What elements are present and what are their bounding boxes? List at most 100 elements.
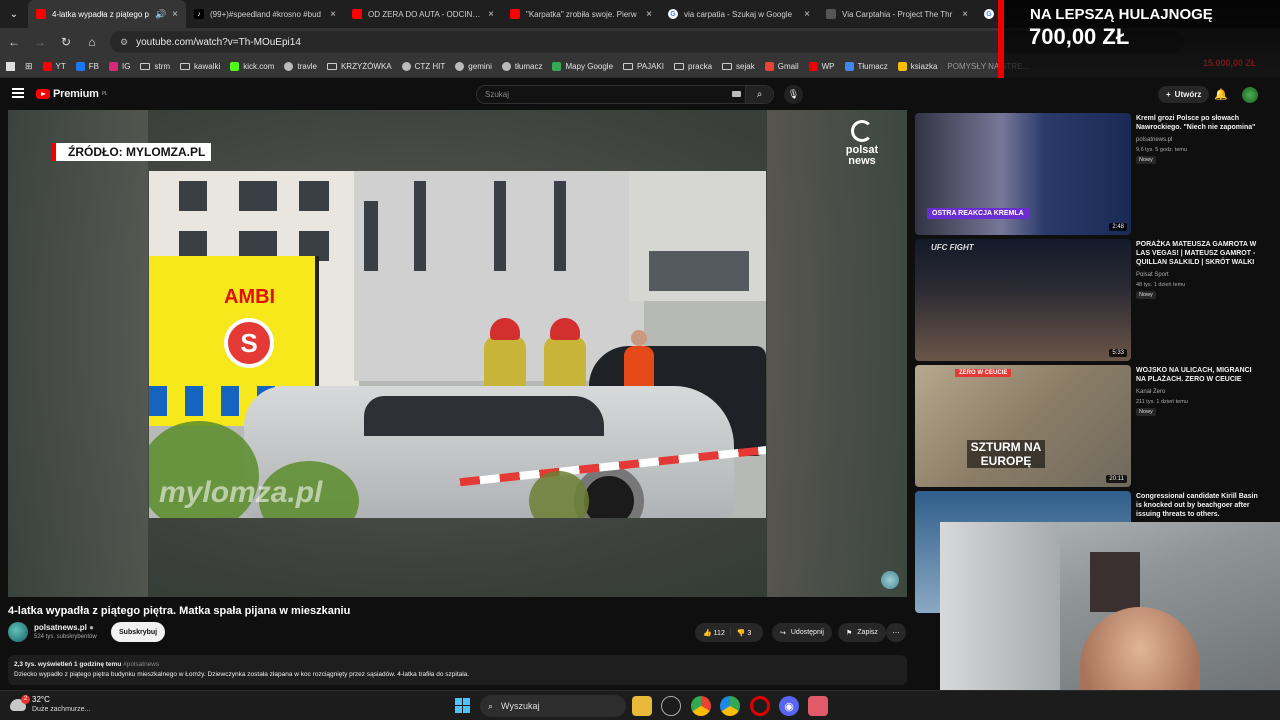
opera-icon[interactable] <box>750 696 770 716</box>
bookmark-gmail[interactable]: Gmail <box>764 62 799 71</box>
site-info-icon[interactable]: ⚙ <box>120 37 128 48</box>
stream-goal-overlay: NA LEPSZĄ HULAJNOGĘ 700,00 ZŁ 15.000,00 … <box>998 0 1280 78</box>
reading-list-icon[interactable] <box>6 62 15 71</box>
bookmark-travle[interactable]: travle <box>284 62 317 71</box>
bookmark-ksiazka[interactable]: ksiazka <box>897 62 937 71</box>
youtube-premium-logo[interactable]: Premium PL <box>36 88 108 100</box>
bookmark-strm[interactable]: strm <box>140 62 170 71</box>
bookmark-tłumacz[interactable]: Tłumacz <box>844 62 888 71</box>
notification-badge: 2 <box>21 695 30 704</box>
rec-channel[interactable]: polsatnews.pl <box>1136 137 1172 143</box>
tab-od-zera[interactable]: OD ZERA DO AUTA - ODCINEK × <box>344 0 502 28</box>
chrome-beta-icon[interactable] <box>720 696 740 716</box>
bookmark-sejak[interactable]: sejak <box>722 62 755 71</box>
tab-active-video[interactable]: 4-latka wypadła z piątego p 🔊 × <box>28 0 186 28</box>
streamlabs-icon[interactable] <box>808 696 828 716</box>
description-box[interactable]: 2,3 tys. wyświetleń 1 godzinę temu #pols… <box>8 655 907 685</box>
more-actions-icon[interactable]: ⋯ <box>886 623 906 642</box>
bookmark-mapy-google[interactable]: Mapy Google <box>552 62 613 71</box>
like-button[interactable]: 👍 112 <box>703 629 725 637</box>
thumb-caption: OSTRA REAKCJA KREMLA <box>927 208 1029 219</box>
bookmark-ig[interactable]: IG <box>109 62 130 71</box>
bookmark-label: pracka <box>688 62 713 71</box>
video-thumbnail[interactable]: ZERO W CEUCIE SZTURM NA EUROPĘ 20:11 <box>915 365 1131 487</box>
tab-via-carpathia[interactable]: Via Carptahia - Project The Thr × <box>818 0 976 28</box>
search-icon[interactable]: ⌕ <box>745 86 773 103</box>
bookmark-pracka[interactable]: pracka <box>674 62 712 71</box>
menu-icon[interactable] <box>12 88 24 98</box>
speaker-icon[interactable]: 🔊 <box>155 9 166 20</box>
tab-search-icon[interactable]: ⌄ <box>0 0 28 28</box>
youtube-icon <box>352 9 362 19</box>
search-placeholder: Szukaj <box>485 90 510 99</box>
page-icon <box>826 9 836 19</box>
weather-widget[interactable]: 2 32°C Duże zachmurze... <box>10 695 90 715</box>
bookmark-gemini[interactable]: gemini <box>455 62 492 71</box>
video-thumbnail[interactable]: UFC FIGHT 5:33 <box>915 239 1131 361</box>
hashtag[interactable]: #polsatnews <box>123 661 159 668</box>
recommended-video[interactable]: ZERO W CEUCIE SZTURM NA EUROPĘ 20:11 WOJ… <box>915 362 1270 487</box>
rec-channel[interactable]: Kanał Zero <box>1136 389 1165 395</box>
bookmark-krzyżówka[interactable]: KRZYŻÓWKA <box>326 62 392 71</box>
video-thumbnail[interactable]: OSTRA REAKCJA KREMLA 2:48 <box>915 113 1131 235</box>
duration-badge: 2:48 <box>1109 223 1127 231</box>
close-tab-icon[interactable]: × <box>646 9 652 20</box>
avatar[interactable] <box>1242 87 1258 103</box>
reload-icon[interactable]: ↻ <box>58 35 74 49</box>
folder-icon <box>623 63 634 70</box>
home-icon[interactable]: ⌂ <box>84 35 100 49</box>
channel-avatar[interactable] <box>8 622 28 642</box>
rec-title[interactable]: Kreml grozi Polsce po słowach Nawrockieg… <box>1136 114 1261 132</box>
keyboard-icon[interactable] <box>732 91 741 97</box>
channel-watermark-icon[interactable] <box>881 571 899 589</box>
tab-tiktok[interactable]: ♪ (99+)#speedland #krosno #bud × <box>186 0 344 28</box>
close-tab-icon[interactable]: × <box>172 9 178 20</box>
close-tab-icon[interactable]: × <box>962 9 968 20</box>
discord-icon[interactable]: ◉ <box>779 696 799 716</box>
channel-name[interactable]: polsatnews.pl ● <box>34 623 94 632</box>
save-button[interactable]: ⚑ Zapisz <box>838 623 886 642</box>
recommended-video[interactable]: UFC FIGHT 5:33 PORAŻKA MATEUSZA GAMROTA … <box>915 236 1270 361</box>
rec-title[interactable]: PORAŻKA MATEUSZA GAMROTA W LAS VEGAS! | … <box>1136 240 1261 267</box>
rec-title[interactable]: Congressional candidate Kirill Basin is … <box>1136 492 1261 519</box>
start-icon[interactable] <box>455 698 470 713</box>
bookmark-pajaki[interactable]: PAJAKI <box>623 62 664 71</box>
rec-channel[interactable]: Polsat Sport <box>1136 272 1169 278</box>
bookmark-kawalki[interactable]: kawalki <box>180 62 220 71</box>
recommended-video[interactable]: OSTRA REAKCJA KREMLA 2:48 Kreml grozi Po… <box>915 110 1270 235</box>
taskbar-search[interactable]: ⌕ Wyszukaj <box>480 695 626 717</box>
bookmark-kick-com[interactable]: kick.com <box>230 62 274 71</box>
video-player[interactable]: ŹRÓDŁO: MYLOMZA.PL polsat news AMBI S my… <box>8 110 907 597</box>
close-tab-icon[interactable]: × <box>330 9 336 20</box>
subscribe-button[interactable]: Subskrybuj <box>111 622 166 642</box>
microphone-icon[interactable]: 🎙 <box>784 85 803 104</box>
tab-karpatka[interactable]: "Karpatka" zrobiła swoje. Pierw × <box>502 0 660 28</box>
notifications-icon[interactable]: 🔔 <box>1214 88 1228 101</box>
tab-google-search[interactable]: G via carpatia - Szukaj w Google × <box>660 0 818 28</box>
rec-title[interactable]: WOJSKO NA ULICACH, MIGRANCI NA PLAŻACH. … <box>1136 366 1261 384</box>
bookmark-yt[interactable]: YT <box>42 62 66 71</box>
folder-icon <box>140 63 151 70</box>
broadcaster-bottom: news <box>848 155 876 167</box>
bookmark-ctz-hit[interactable]: CTZ HIT <box>401 62 445 71</box>
close-tab-icon[interactable]: × <box>804 9 810 20</box>
bookmark-fb[interactable]: FB <box>75 62 100 71</box>
file-explorer-icon[interactable] <box>632 696 652 716</box>
chrome-icon[interactable] <box>691 696 711 716</box>
share-icon: ↪ <box>780 629 786 637</box>
bookmark-label: tłumacz <box>514 62 543 71</box>
tab-title: OD ZERA DO AUTA - ODCINEK <box>368 9 483 19</box>
apps-grid-icon[interactable]: ⊞ <box>25 61 33 72</box>
share-button[interactable]: ↪ Udostępnij <box>772 623 832 642</box>
video-meta: 2,3 tys. wyświetleń 1 godzinę temu #pols… <box>14 660 901 670</box>
dislike-button[interactable]: 👎 3 <box>737 629 752 637</box>
bookmark-label: FB <box>88 62 100 71</box>
search-input[interactable]: Szukaj ⌕ <box>476 85 774 104</box>
bookmark-tłumacz[interactable]: tłumacz <box>501 62 543 71</box>
create-button[interactable]: + Utwórz <box>1158 86 1210 103</box>
chatgpt-icon[interactable] <box>661 696 681 716</box>
close-tab-icon[interactable]: × <box>488 9 494 20</box>
back-icon[interactable]: ← <box>6 35 22 49</box>
bookmark-wp[interactable]: WP <box>808 62 835 71</box>
forward-icon[interactable]: → <box>32 35 48 49</box>
